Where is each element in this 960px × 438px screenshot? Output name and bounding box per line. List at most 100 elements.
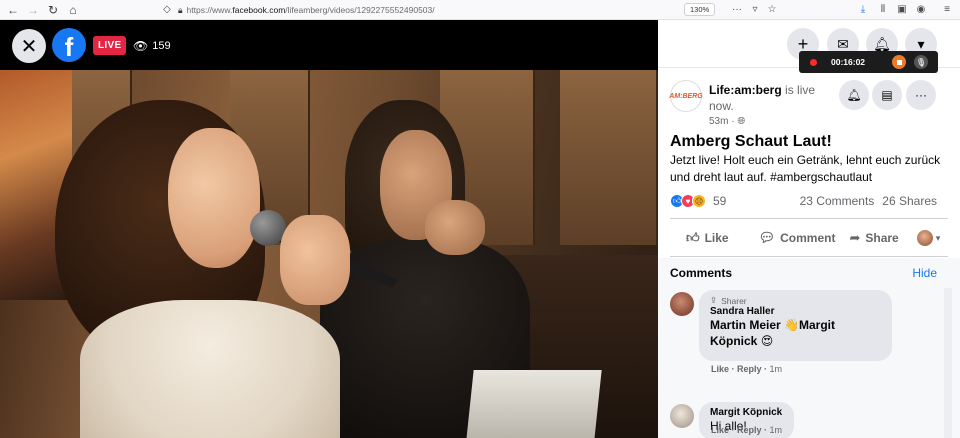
woman-hand bbox=[280, 215, 350, 305]
wall-panel bbox=[560, 70, 658, 245]
back-icon[interactable]: ← bbox=[4, 1, 22, 19]
mention-link[interactable]: Martin Meier bbox=[710, 318, 781, 332]
share-badge-icon: ⇪ bbox=[710, 295, 718, 305]
url-prefix: https://www. bbox=[186, 5, 233, 15]
account-icon[interactable]: ◉ bbox=[914, 2, 928, 16]
comment-time[interactable]: 1m bbox=[770, 364, 783, 374]
heart-eyes-emoji-icon: 😍 bbox=[760, 334, 774, 348]
pocket-icon[interactable]: ▿ bbox=[748, 2, 762, 16]
zoom-level[interactable]: 130% bbox=[684, 3, 716, 16]
eye-icon: 👁︎ bbox=[133, 38, 149, 53]
laptop bbox=[466, 370, 602, 438]
page-avatar[interactable]: AM:BERG bbox=[669, 80, 703, 112]
sharer-label: Sharer bbox=[721, 295, 747, 306]
comments-scrollbar[interactable] bbox=[944, 288, 952, 438]
comments-section: Comments Hide ⇪ Sharer Sandra Haller Mart… bbox=[658, 258, 960, 438]
reaction-count: 59 bbox=[713, 194, 727, 208]
post-sidebar: + ✉ 🔔︎ ▾ 00:16:02 🎙︎ AM:BERG Life:am:ber… bbox=[658, 20, 960, 438]
reaction-profile-selector[interactable]: ▾ bbox=[916, 230, 941, 246]
shield-icon[interactable]: ◇ bbox=[160, 2, 174, 16]
forward-icon[interactable]: → bbox=[24, 1, 42, 19]
microphone-icon: 🎙︎ bbox=[915, 57, 927, 67]
share-arrow-icon: ➦ bbox=[849, 230, 861, 245]
facebook-logo[interactable]: f bbox=[52, 28, 86, 62]
user-avatar bbox=[916, 230, 933, 246]
download-icon[interactable]: ⤓ bbox=[856, 2, 870, 16]
comments-count-link[interactable]: 23 Comments bbox=[800, 194, 875, 208]
library-icon[interactable]: ⫴ bbox=[876, 2, 890, 16]
url-path: /lifeamberg/videos/1292275552490503/ bbox=[285, 5, 435, 15]
menu-icon[interactable]: ≡ bbox=[940, 2, 954, 16]
lock-icon: 🔒︎ bbox=[178, 4, 183, 15]
microphone-toggle-button[interactable]: 🎙︎ bbox=[914, 55, 928, 69]
comments-header: Comments bbox=[670, 266, 733, 280]
close-icon: ✕ bbox=[20, 35, 38, 58]
subscribe-button[interactable]: 🔔︎ bbox=[839, 80, 869, 110]
recording-dot-icon bbox=[810, 58, 817, 66]
commenter-avatar[interactable] bbox=[670, 404, 694, 428]
save-button[interactable]: ▤ bbox=[872, 80, 902, 110]
page-avatar-logo: AM:BERG bbox=[669, 92, 703, 100]
shares-count-link[interactable]: 26 Shares bbox=[882, 194, 937, 208]
more-icon: ··· bbox=[915, 88, 927, 102]
post-age[interactable]: 53m bbox=[709, 116, 728, 127]
comment-like-link[interactable]: Like bbox=[711, 425, 729, 435]
bookmark-star-icon[interactable]: ☆ bbox=[765, 2, 779, 16]
post-actions: 👍︎ Like 💬︎ Comment ➦ Share ▾ bbox=[670, 223, 948, 253]
viewer-count: 👁︎ 159 bbox=[133, 37, 171, 54]
home-icon[interactable]: ⌂ bbox=[64, 1, 82, 19]
comment-reply-link[interactable]: Reply bbox=[737, 364, 762, 374]
woman-body bbox=[80, 300, 340, 438]
comment-author[interactable]: Margit Köpnick bbox=[710, 407, 783, 418]
comment-reply-link[interactable]: Reply bbox=[737, 425, 762, 435]
woman-face bbox=[168, 128, 260, 268]
comment-bubble: ⇪ Sharer Sandra Haller Martin Meier 👋Marg… bbox=[699, 290, 892, 361]
share-label: Share bbox=[865, 231, 899, 245]
close-button[interactable]: ✕ bbox=[12, 29, 46, 63]
like-button[interactable]: 👍︎ Like bbox=[686, 230, 729, 246]
caret-down-icon: ▾ bbox=[917, 35, 925, 52]
screen-recorder-bar: 00:16:02 🎙︎ bbox=[799, 51, 938, 73]
post-title: Amberg Schaut Laut! bbox=[670, 133, 832, 150]
like-label: Like bbox=[704, 231, 729, 245]
mention-link[interactable]: Margit bbox=[799, 318, 835, 332]
comment-button[interactable]: 💬︎ Comment bbox=[759, 230, 836, 246]
man-hand bbox=[425, 200, 485, 255]
globe-icon: 🌐︎ bbox=[737, 116, 746, 127]
stop-recording-button[interactable] bbox=[892, 55, 906, 69]
messenger-icon: ✉ bbox=[837, 35, 849, 52]
divider bbox=[670, 256, 948, 257]
bell-icon: 🔔︎ bbox=[873, 35, 891, 52]
caret-down-icon: ▾ bbox=[935, 232, 941, 243]
commenter-avatar[interactable] bbox=[670, 292, 694, 316]
comment-text: Martin Meier 👋Margit Köpnick 😍 bbox=[710, 317, 881, 349]
comment-time[interactable]: 1m bbox=[770, 425, 783, 435]
stop-icon bbox=[896, 59, 902, 65]
comment-author[interactable]: Sandra Haller bbox=[710, 306, 881, 317]
speech-bubble-icon: 💬︎ bbox=[758, 230, 776, 245]
hide-comments-link[interactable]: Hide bbox=[912, 266, 937, 280]
mention-link-continued[interactable]: Köpnick bbox=[710, 334, 757, 348]
comment-like-link[interactable]: Like bbox=[711, 364, 729, 374]
share-button[interactable]: ➦ Share bbox=[849, 230, 898, 246]
more-options-button[interactable]: ··· bbox=[906, 80, 936, 110]
comment-label: Comment bbox=[780, 231, 836, 245]
page-name-link[interactable]: Life:am:berg bbox=[709, 83, 782, 97]
wow-reaction-icon: ☹ bbox=[692, 194, 706, 208]
post-description: Jetzt live! Holt euch ein Getränk, lehnt… bbox=[670, 153, 941, 184]
reload-icon[interactable]: ↻ bbox=[44, 1, 62, 19]
browser-toolbar: ← → ↻ ⌂ ◇ 🔒︎ https://www. facebook.com/li… bbox=[0, 0, 960, 20]
more-icon[interactable]: ··· bbox=[730, 2, 744, 16]
sharer-badge: ⇪ Sharer bbox=[710, 295, 881, 306]
reactions-summary[interactable]: 👍︎ ♥ ☹ 59 bbox=[670, 192, 726, 210]
divider bbox=[670, 218, 948, 219]
sidebar-icon[interactable]: ▣ bbox=[895, 2, 909, 16]
post-header: Life:am:berg is live now. bbox=[709, 82, 827, 114]
bell-icon: 🔔︎ bbox=[846, 88, 862, 102]
wave-emoji-icon: 👋 bbox=[784, 318, 799, 332]
live-badge: LIVE bbox=[93, 36, 127, 55]
live-video-player[interactable]: ✕ f LIVE 👁︎ 159 bbox=[0, 20, 658, 438]
comment-actions: Like · Reply · 1m bbox=[711, 425, 783, 435]
video-frame bbox=[0, 70, 658, 438]
thumbs-up-icon: 👍︎ bbox=[686, 230, 700, 245]
